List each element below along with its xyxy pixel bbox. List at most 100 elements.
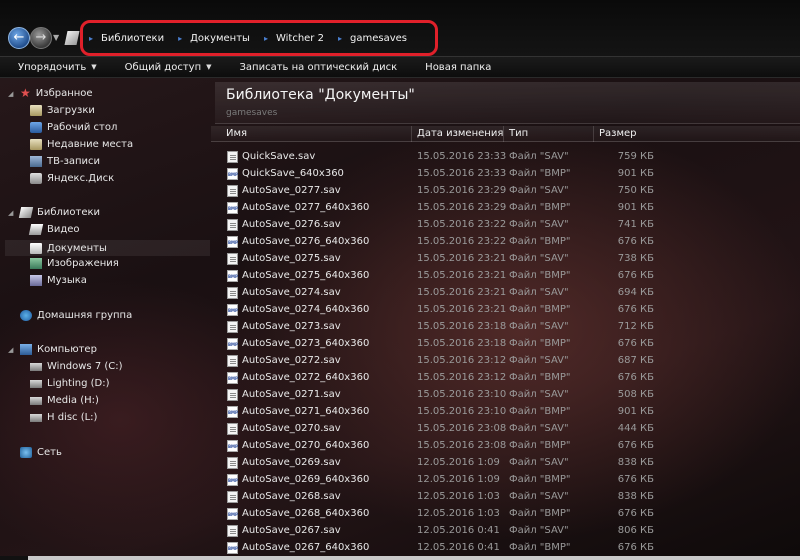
file-size: 676 КБ <box>617 440 654 451</box>
table-row[interactable]: AutoSave_0267_640x360 12.05.2016 0:41 Файл… <box>211 540 800 557</box>
sidebar-network-label: Сеть <box>37 447 62 458</box>
sidebar-item-documents[interactable]: Документы <box>5 240 210 256</box>
burn-disc-button[interactable]: Записать на оптический диск <box>240 62 398 73</box>
sidebar-item-downloads[interactable]: Загрузки <box>30 105 95 116</box>
breadcrumb-separator-icon: ▸ <box>89 33 94 43</box>
breadcrumb-item[interactable]: ▸ Библиотеки <box>89 33 164 44</box>
sidebar-item-label: Документы <box>47 242 107 254</box>
file-date: 12.05.2016 1:09 <box>417 474 500 485</box>
organize-menu[interactable]: Упорядочить ▼ <box>18 62 97 73</box>
column-header-size[interactable]: Размер <box>599 128 637 139</box>
table-row[interactable]: AutoSave_0268.sav 12.05.2016 1:03 Файл "SA… <box>211 489 800 506</box>
hard-drive-icon <box>30 413 42 422</box>
collapse-icon[interactable]: ◢ <box>8 209 13 217</box>
sidebar-item-label: Windows 7 (C:) <box>47 361 123 372</box>
file-date: 15.05.2016 23:22 <box>417 236 507 247</box>
table-row[interactable]: AutoSave_0272.sav 15.05.2016 23:12 Файл "S… <box>211 353 800 370</box>
column-header-name[interactable]: Имя <box>226 128 247 139</box>
sidebar-network[interactable]: Сеть <box>20 447 62 458</box>
table-row[interactable]: AutoSave_0270_640x360 15.05.2016 23:08Фай… <box>211 438 800 455</box>
sidebar-libraries[interactable]: Библиотеки <box>18 207 100 218</box>
taskbar-edge-dark <box>0 556 28 560</box>
homegroup-icon <box>20 310 32 321</box>
star-icon: ★ <box>20 86 31 100</box>
table-row[interactable]: AutoSave_0269.sav 12.05.2016 1:09 Файл "SA… <box>211 455 800 472</box>
table-row[interactable]: AutoSave_0277_640x360 15.05.2016 23:29Фай… <box>211 200 800 217</box>
column-divider[interactable] <box>411 126 412 142</box>
sidebar-item-drive-d[interactable]: Lighting (D:) <box>30 378 109 389</box>
file-size: 712 КБ <box>617 321 654 332</box>
sidebar-homegroup[interactable]: Домашняя группа <box>20 310 132 321</box>
sidebar-favorites[interactable]: ★ Избранное <box>20 86 93 100</box>
breadcrumb-item[interactable]: ▸ Документы <box>178 33 250 44</box>
table-row[interactable]: AutoSave_0275.sav 15.05.2016 23:21 Файл "S… <box>211 251 800 268</box>
table-row[interactable]: QuickSave_640x360 15.05.2016 23:33Файл "B… <box>211 166 800 183</box>
table-row[interactable]: AutoSave_0268_640x360 12.05.2016 1:03 Файл… <box>211 506 800 523</box>
bmp-file-icon <box>227 202 238 214</box>
table-row[interactable]: AutoSave_0273_640x360 15.05.2016 23:18Фай… <box>211 336 800 353</box>
breadcrumb-label: Witcher 2 <box>275 32 324 44</box>
table-row[interactable]: AutoSave_0272_640x360 15.05.2016 23:12Фай… <box>211 370 800 387</box>
file-type: Файл "BMP" <box>509 440 571 451</box>
sidebar-item-drive-c[interactable]: Windows 7 (C:) <box>30 361 123 372</box>
sidebar-item-label: ТВ-записи <box>47 156 101 167</box>
table-row[interactable]: AutoSave_0274_640x360 15.05.2016 23:21Фай… <box>211 302 800 319</box>
file-size: 901 КБ <box>617 406 654 417</box>
table-row[interactable]: AutoSave_0275_640x360 15.05.2016 23:21Фай… <box>211 268 800 285</box>
table-row[interactable]: AutoSave_0274.sav 15.05.2016 23:21 Файл "S… <box>211 285 800 302</box>
sidebar-item-yandex-disk[interactable]: Яндекс.Диск <box>30 173 114 184</box>
file-size: 694 КБ <box>617 287 654 298</box>
hard-drive-icon <box>30 379 42 388</box>
file-date: 12.05.2016 1:03 <box>417 508 500 519</box>
column-header-date[interactable]: Дата изменения <box>417 128 503 139</box>
column-header-type[interactable]: Тип <box>509 128 528 139</box>
new-folder-button[interactable]: Новая папка <box>425 62 491 73</box>
documents-icon <box>30 242 42 254</box>
sidebar-item-label: H disc (L:) <box>47 412 98 423</box>
sidebar-item-drive-h[interactable]: Media (H:) <box>30 395 99 406</box>
sidebar-item-drive-l[interactable]: H disc (L:) <box>30 412 97 423</box>
breadcrumb-item[interactable]: ▸ Witcher 2 <box>264 33 324 44</box>
sidebar-item-music[interactable]: Музыка <box>30 275 87 286</box>
file-size: 676 КБ <box>617 270 654 281</box>
history-dropdown[interactable]: ▼ <box>53 33 59 42</box>
address-bar[interactable]: ▸ Библиотеки ▸ Документы ▸ Witcher 2 ▸ games… <box>80 20 438 56</box>
table-row[interactable]: AutoSave_0271.sav 15.05.2016 23:10 Файл "S… <box>211 387 800 404</box>
column-divider[interactable] <box>593 126 594 142</box>
table-row[interactable]: AutoSave_0271_640x360 15.05.2016 23:10Фай… <box>211 404 800 421</box>
column-divider[interactable] <box>503 126 504 142</box>
sidebar-item-tv[interactable]: ТВ-записи <box>30 156 100 167</box>
collapse-icon[interactable]: ◢ <box>8 90 13 98</box>
sidebar-item-images[interactable]: Изображения <box>30 258 119 269</box>
bmp-file-icon <box>227 270 238 282</box>
table-row[interactable]: QuickSave.sav 15.05.2016 23:33 Файл "SAV" 7… <box>211 149 800 166</box>
table-row[interactable]: AutoSave_0276_640x360 15.05.2016 23:22Фай… <box>211 234 800 251</box>
forward-button[interactable]: → <box>30 27 52 49</box>
table-row[interactable]: AutoSave_0269_640x360 12.05.2016 1:09 Файл… <box>211 472 800 489</box>
collapse-icon[interactable]: ◢ <box>8 346 13 354</box>
share-menu[interactable]: Общий доступ ▼ <box>125 62 212 73</box>
table-row[interactable]: AutoSave_0277.sav 15.05.2016 23:29 Файл "S… <box>211 183 800 200</box>
file-date: 15.05.2016 23:12 <box>417 372 507 383</box>
breadcrumb-item[interactable]: ▸ gamesaves <box>338 33 407 44</box>
sidebar-computer[interactable]: Компьютер <box>20 344 97 355</box>
sidebar-item-desktop[interactable]: Рабочий стол <box>30 122 117 133</box>
file-date: 15.05.2016 23:21 <box>417 304 507 315</box>
share-label: Общий доступ <box>124 61 202 73</box>
table-row[interactable]: AutoSave_0273.sav 15.05.2016 23:18 Файл "S… <box>211 319 800 336</box>
sidebar-item-recent[interactable]: Недавние места <box>30 139 133 150</box>
file-type: Файл "SAV" <box>509 457 569 468</box>
command-bar: Упорядочить ▼ Общий доступ ▼ Записать на о… <box>0 56 800 78</box>
file-type: Файл "BMP" <box>509 542 571 553</box>
sidebar-item-video[interactable]: Видео <box>28 224 80 235</box>
file-name: AutoSave_0268.sav <box>242 491 341 502</box>
file-type: Файл "BMP" <box>509 270 571 281</box>
table-row[interactable]: AutoSave_0270.sav 15.05.2016 23:08 Файл "S… <box>211 421 800 438</box>
back-button[interactable]: ← <box>8 27 30 49</box>
table-row[interactable]: AutoSave_0276.sav 15.05.2016 23:22 Файл "S… <box>211 217 800 234</box>
breadcrumb-separator-icon: ▸ <box>178 33 183 43</box>
sav-file-icon <box>227 253 238 265</box>
bmp-file-icon <box>227 168 238 180</box>
file-date: 15.05.2016 23:33 <box>417 151 507 162</box>
table-row[interactable]: AutoSave_0267.sav 12.05.2016 0:41 Файл "SA… <box>211 523 800 540</box>
